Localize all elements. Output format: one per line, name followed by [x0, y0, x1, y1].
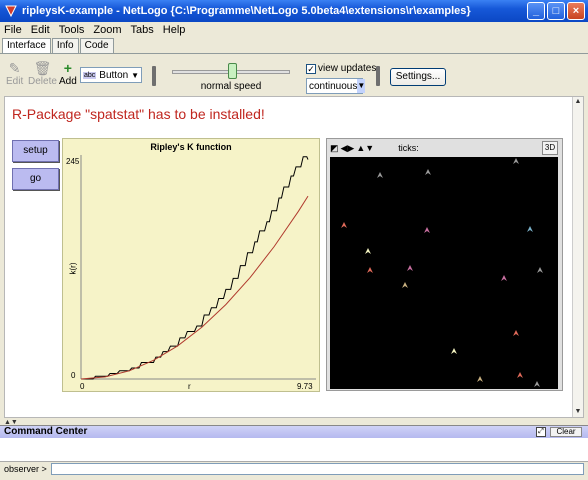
- view-updates-label: view updates: [318, 63, 377, 74]
- widget-type-select[interactable]: abc Button ▼: [80, 67, 142, 83]
- turtle: [527, 226, 533, 232]
- setup-button[interactable]: setup: [12, 140, 59, 162]
- menu-tabs[interactable]: Tabs: [131, 24, 154, 36]
- error-note: R-Package "spatstat" has to be installed…: [12, 106, 265, 122]
- command-center-output: [0, 438, 588, 462]
- turtle: [402, 282, 408, 288]
- menu-tools[interactable]: Tools: [59, 24, 85, 36]
- pencil-icon: ✎: [8, 60, 21, 76]
- speed-label: normal speed: [200, 81, 262, 92]
- trash-icon: 🗑: [33, 60, 52, 76]
- chevron-down-icon: ▼: [131, 70, 139, 80]
- add-label: Add: [59, 76, 77, 87]
- world-canvas[interactable]: [330, 157, 558, 389]
- turtle: [501, 275, 507, 281]
- tab-interface[interactable]: Interface: [2, 38, 51, 53]
- tab-code[interactable]: Code: [79, 38, 114, 53]
- 3d-button[interactable]: 3D: [542, 141, 558, 155]
- maximize-button[interactable]: □: [547, 2, 565, 20]
- title-bar: ripleysK-example - NetLogo {C:\Programme…: [0, 0, 588, 22]
- turtle: [477, 376, 483, 382]
- ticks-label: ticks:: [398, 143, 419, 153]
- turtle: [424, 227, 430, 233]
- interface-workspace: R-Package "spatstat" has to be installed…: [4, 96, 584, 418]
- observer-prompt[interactable]: observer >: [4, 464, 47, 474]
- turtle: [407, 265, 413, 271]
- close-icon: ×: [572, 5, 580, 17]
- plus-icon: +: [63, 60, 72, 76]
- widget-type-value: Button: [99, 69, 129, 81]
- menu-zoom[interactable]: Zoom: [93, 24, 121, 36]
- turtle: [534, 381, 540, 387]
- turtle: [377, 172, 383, 178]
- view-toolbar: ◩ ◀▶ ▲▼ ticks:: [327, 139, 562, 157]
- scroll-down-icon[interactable]: ▼: [573, 407, 583, 417]
- button-widget-icon: abc: [83, 71, 97, 79]
- turtle: [451, 348, 457, 354]
- edit-button[interactable]: ✎ Edit: [6, 60, 23, 87]
- delete-label: Delete: [28, 76, 57, 87]
- window-title: ripleysK-example - NetLogo {C:\Programme…: [22, 5, 471, 17]
- command-input[interactable]: [50, 462, 584, 475]
- expand-icon[interactable]: ⤢: [536, 427, 546, 437]
- delete-button[interactable]: 🗑 Delete: [28, 60, 57, 87]
- toolbar-separator: [152, 66, 156, 86]
- add-button[interactable]: + Add: [59, 60, 77, 87]
- tab-info[interactable]: Info: [51, 38, 79, 53]
- update-mode-select[interactable]: continuous ▼: [306, 78, 366, 94]
- menu-bar: File Edit Tools Zoom Tabs Help: [0, 22, 588, 37]
- turtle: [517, 372, 523, 378]
- turtle: [537, 267, 543, 273]
- theoretical-k-line: [80, 195, 309, 380]
- command-center-header: Command Center ⤢ Clear: [0, 425, 588, 438]
- edit-label: Edit: [6, 76, 24, 87]
- interface-toolbar: ✎ Edit 🗑 Delete + Add abc Button ▼ norma…: [0, 53, 588, 95]
- close-button[interactable]: ×: [567, 2, 585, 20]
- clear-button[interactable]: Clear: [550, 427, 582, 437]
- toolbar-separator: [376, 66, 380, 86]
- turtle: [425, 169, 431, 175]
- workspace-scrollbar[interactable]: ▲ ▼: [572, 97, 583, 417]
- go-button[interactable]: go: [12, 168, 59, 190]
- tab-strip: Interface Info Code: [2, 38, 115, 53]
- menu-file[interactable]: File: [4, 24, 22, 36]
- chevron-down-icon: ▼: [357, 79, 366, 93]
- turtle: [367, 267, 373, 273]
- observed-k-line: [81, 156, 309, 380]
- plot-canvas: [80, 155, 316, 380]
- ripley-k-plot: Ripley's K function 245 0 k(r) 0 r 9.73: [62, 138, 320, 392]
- turtle: [513, 330, 519, 336]
- menu-help[interactable]: Help: [163, 24, 186, 36]
- menu-edit[interactable]: Edit: [31, 24, 50, 36]
- speed-slider-thumb[interactable]: [228, 63, 237, 79]
- maximize-icon: □: [552, 5, 560, 17]
- turtle: [365, 248, 371, 254]
- netlogo-app-icon: [5, 5, 17, 18]
- turtle: [341, 222, 347, 228]
- zoom-grid-icon[interactable]: ◩: [330, 143, 339, 154]
- turtle: [513, 158, 519, 164]
- minimize-button[interactable]: _: [527, 2, 545, 20]
- command-input-row: observer >: [0, 462, 588, 475]
- world-view: ◩ ◀▶ ▲▼ ticks: 3D: [326, 138, 563, 391]
- minimize-icon: _: [532, 5, 540, 17]
- scroll-up-icon[interactable]: ▲: [573, 97, 583, 107]
- settings-button[interactable]: Settings...: [390, 68, 446, 86]
- view-updates-checkbox[interactable]: ✓: [306, 64, 316, 74]
- arrow-up-down-icon[interactable]: ▲▼: [356, 143, 374, 153]
- update-mode-value: continuous: [309, 80, 358, 92]
- arrow-left-right-icon[interactable]: ◀▶: [341, 143, 355, 154]
- command-center-title: Command Center: [4, 426, 88, 437]
